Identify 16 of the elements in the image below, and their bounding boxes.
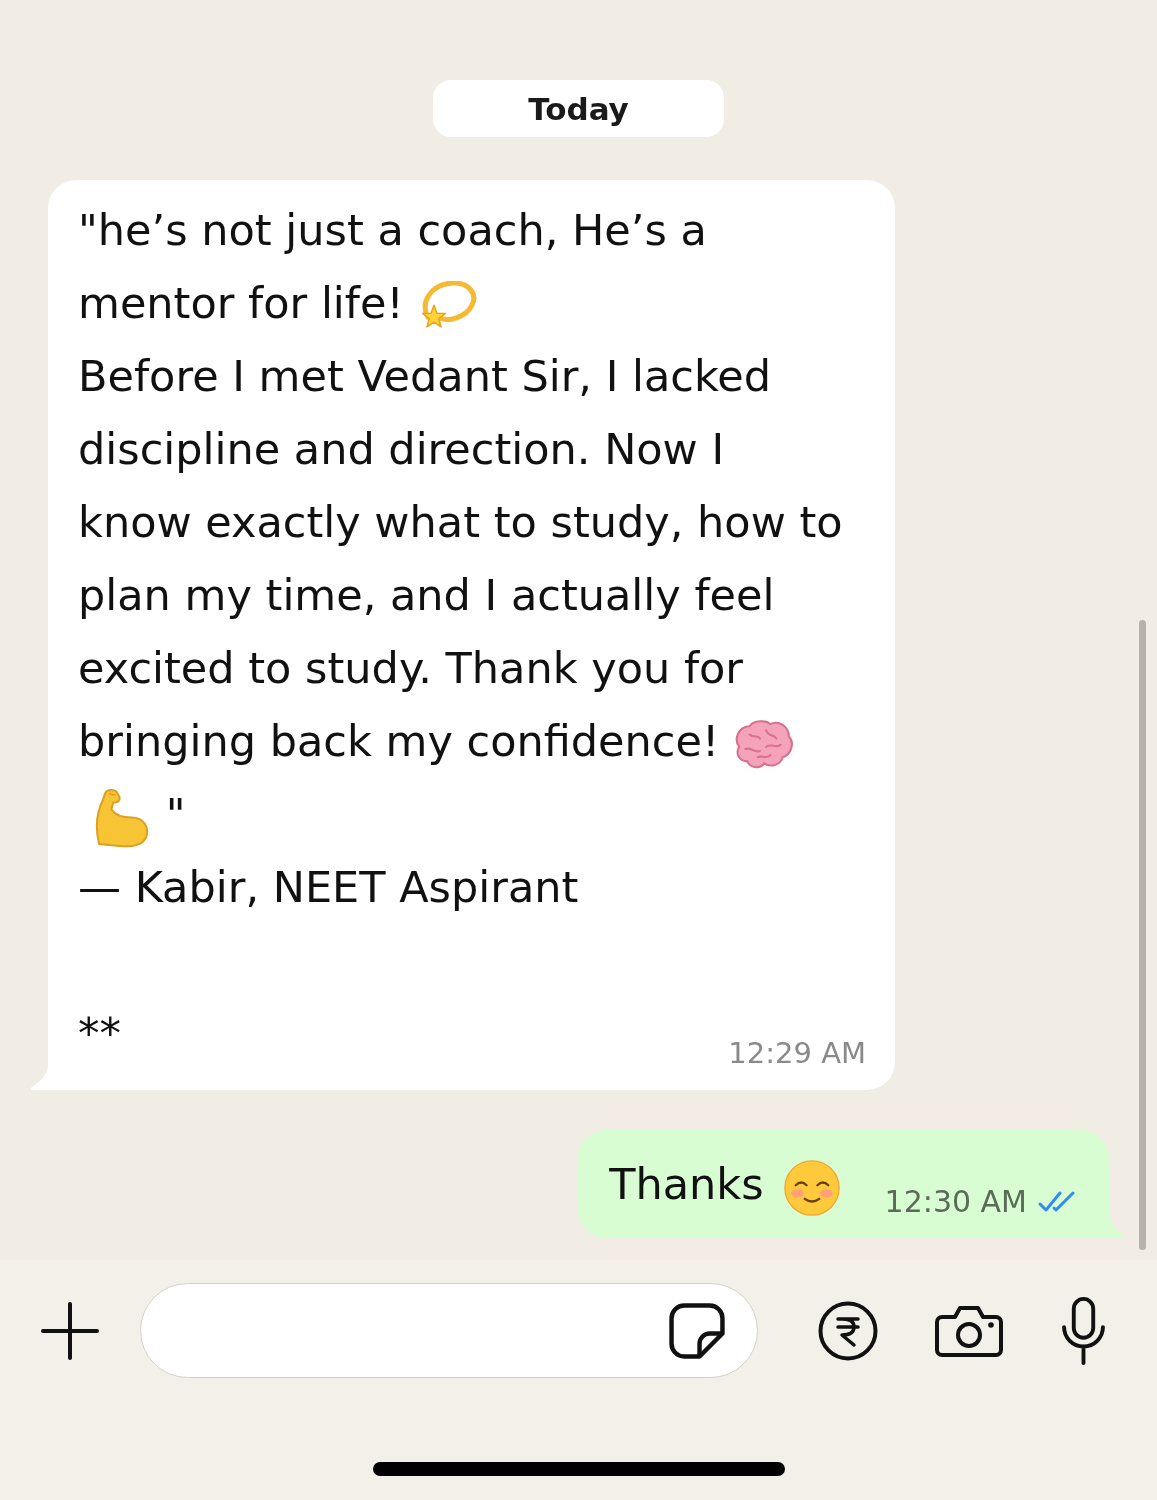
sticker-icon[interactable]: [669, 1302, 725, 1359]
brain-icon: [733, 720, 794, 769]
message-time: 12:29 AM: [728, 1035, 866, 1071]
message-text: bringing back my confidence!: [78, 716, 720, 766]
rupee-icon[interactable]: [818, 1300, 878, 1361]
message-text: mentor for life!: [78, 278, 404, 328]
date-chip: Today: [433, 80, 724, 137]
message-text: "he’s not just a coach, He’s a: [78, 204, 708, 257]
message-text: ": [164, 789, 186, 839]
message-text: Thanks: [609, 1159, 764, 1210]
plus-icon[interactable]: [40, 1300, 100, 1361]
smiling-face-icon: [783, 1159, 840, 1216]
microphone-icon[interactable]: [1060, 1295, 1107, 1366]
camera-icon[interactable]: [935, 1303, 1003, 1358]
message-text: — Kabir, NEET Aspirant **: [78, 862, 579, 1058]
message-time: 12:30 AM: [884, 1184, 1027, 1220]
